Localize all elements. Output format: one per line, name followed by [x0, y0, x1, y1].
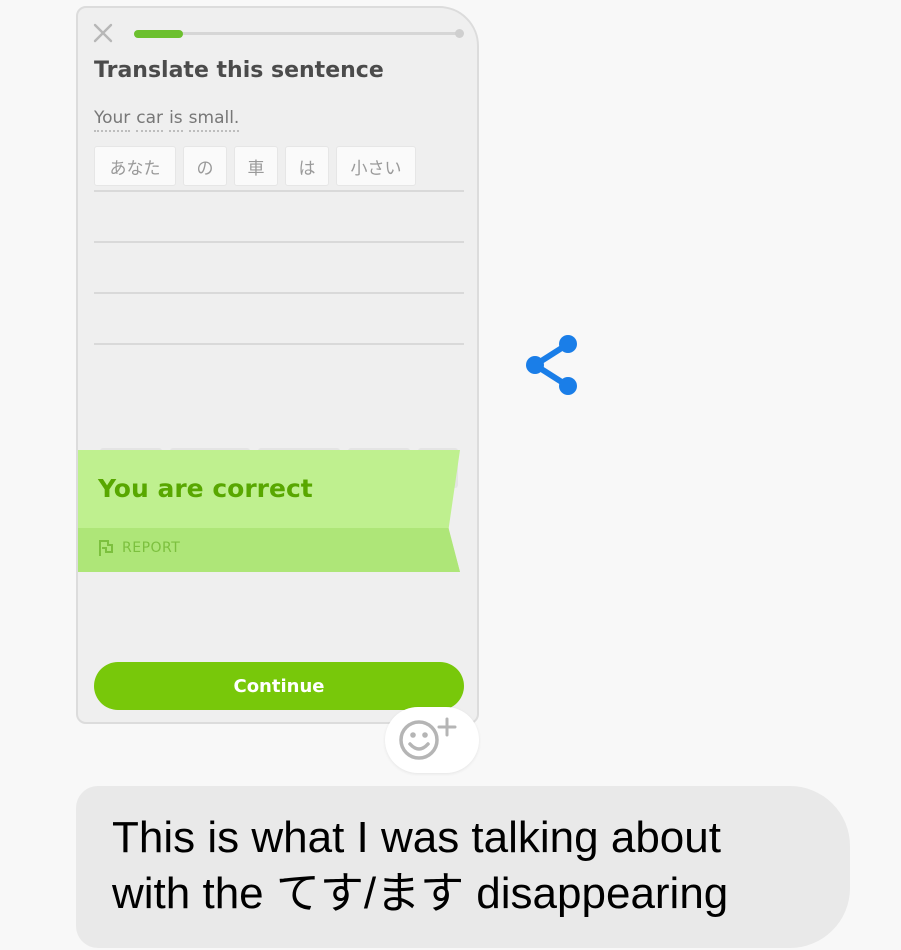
result-title: You are correct: [98, 474, 313, 503]
add-reaction-icon: [399, 717, 457, 760]
answer-tile: あなた: [94, 146, 176, 186]
progress-end-dot: [455, 29, 464, 38]
answer-line: [94, 190, 464, 192]
close-icon: [93, 23, 113, 43]
answer-line: [94, 292, 464, 294]
report-button[interactable]: REPORT: [98, 539, 180, 557]
lesson-screenshot[interactable]: Translate this sentence Your car is small. …: [76, 6, 479, 724]
answer-tile: は: [285, 146, 329, 186]
answer-tile: の: [183, 146, 227, 186]
answer-line: [94, 241, 464, 243]
flag-icon: [99, 540, 113, 556]
answer-tile: 小さい: [336, 146, 416, 186]
sentence-word: small.: [188, 108, 240, 132]
answer-tile: 車: [234, 146, 278, 186]
message-bubble[interactable]: This is what I was talking about with th…: [76, 786, 850, 948]
add-reaction-button[interactable]: [385, 707, 479, 773]
sentence-word: is: [169, 108, 183, 132]
sentence-word: Your: [94, 108, 131, 132]
progress-fill: [134, 30, 183, 38]
message-text: This is what I was talking about with th…: [112, 813, 729, 918]
share-icon[interactable]: [522, 333, 582, 397]
answer-tiles: あなた の 車 は 小さい: [94, 146, 416, 186]
continue-button[interactable]: Continue: [94, 662, 464, 710]
source-sentence: Your car is small.: [94, 108, 245, 132]
answer-line: [94, 343, 464, 345]
prompt-title: Translate this sentence: [94, 58, 384, 83]
report-label: REPORT: [122, 540, 181, 556]
progress-bar: [134, 29, 464, 38]
sentence-word: car: [136, 108, 164, 132]
